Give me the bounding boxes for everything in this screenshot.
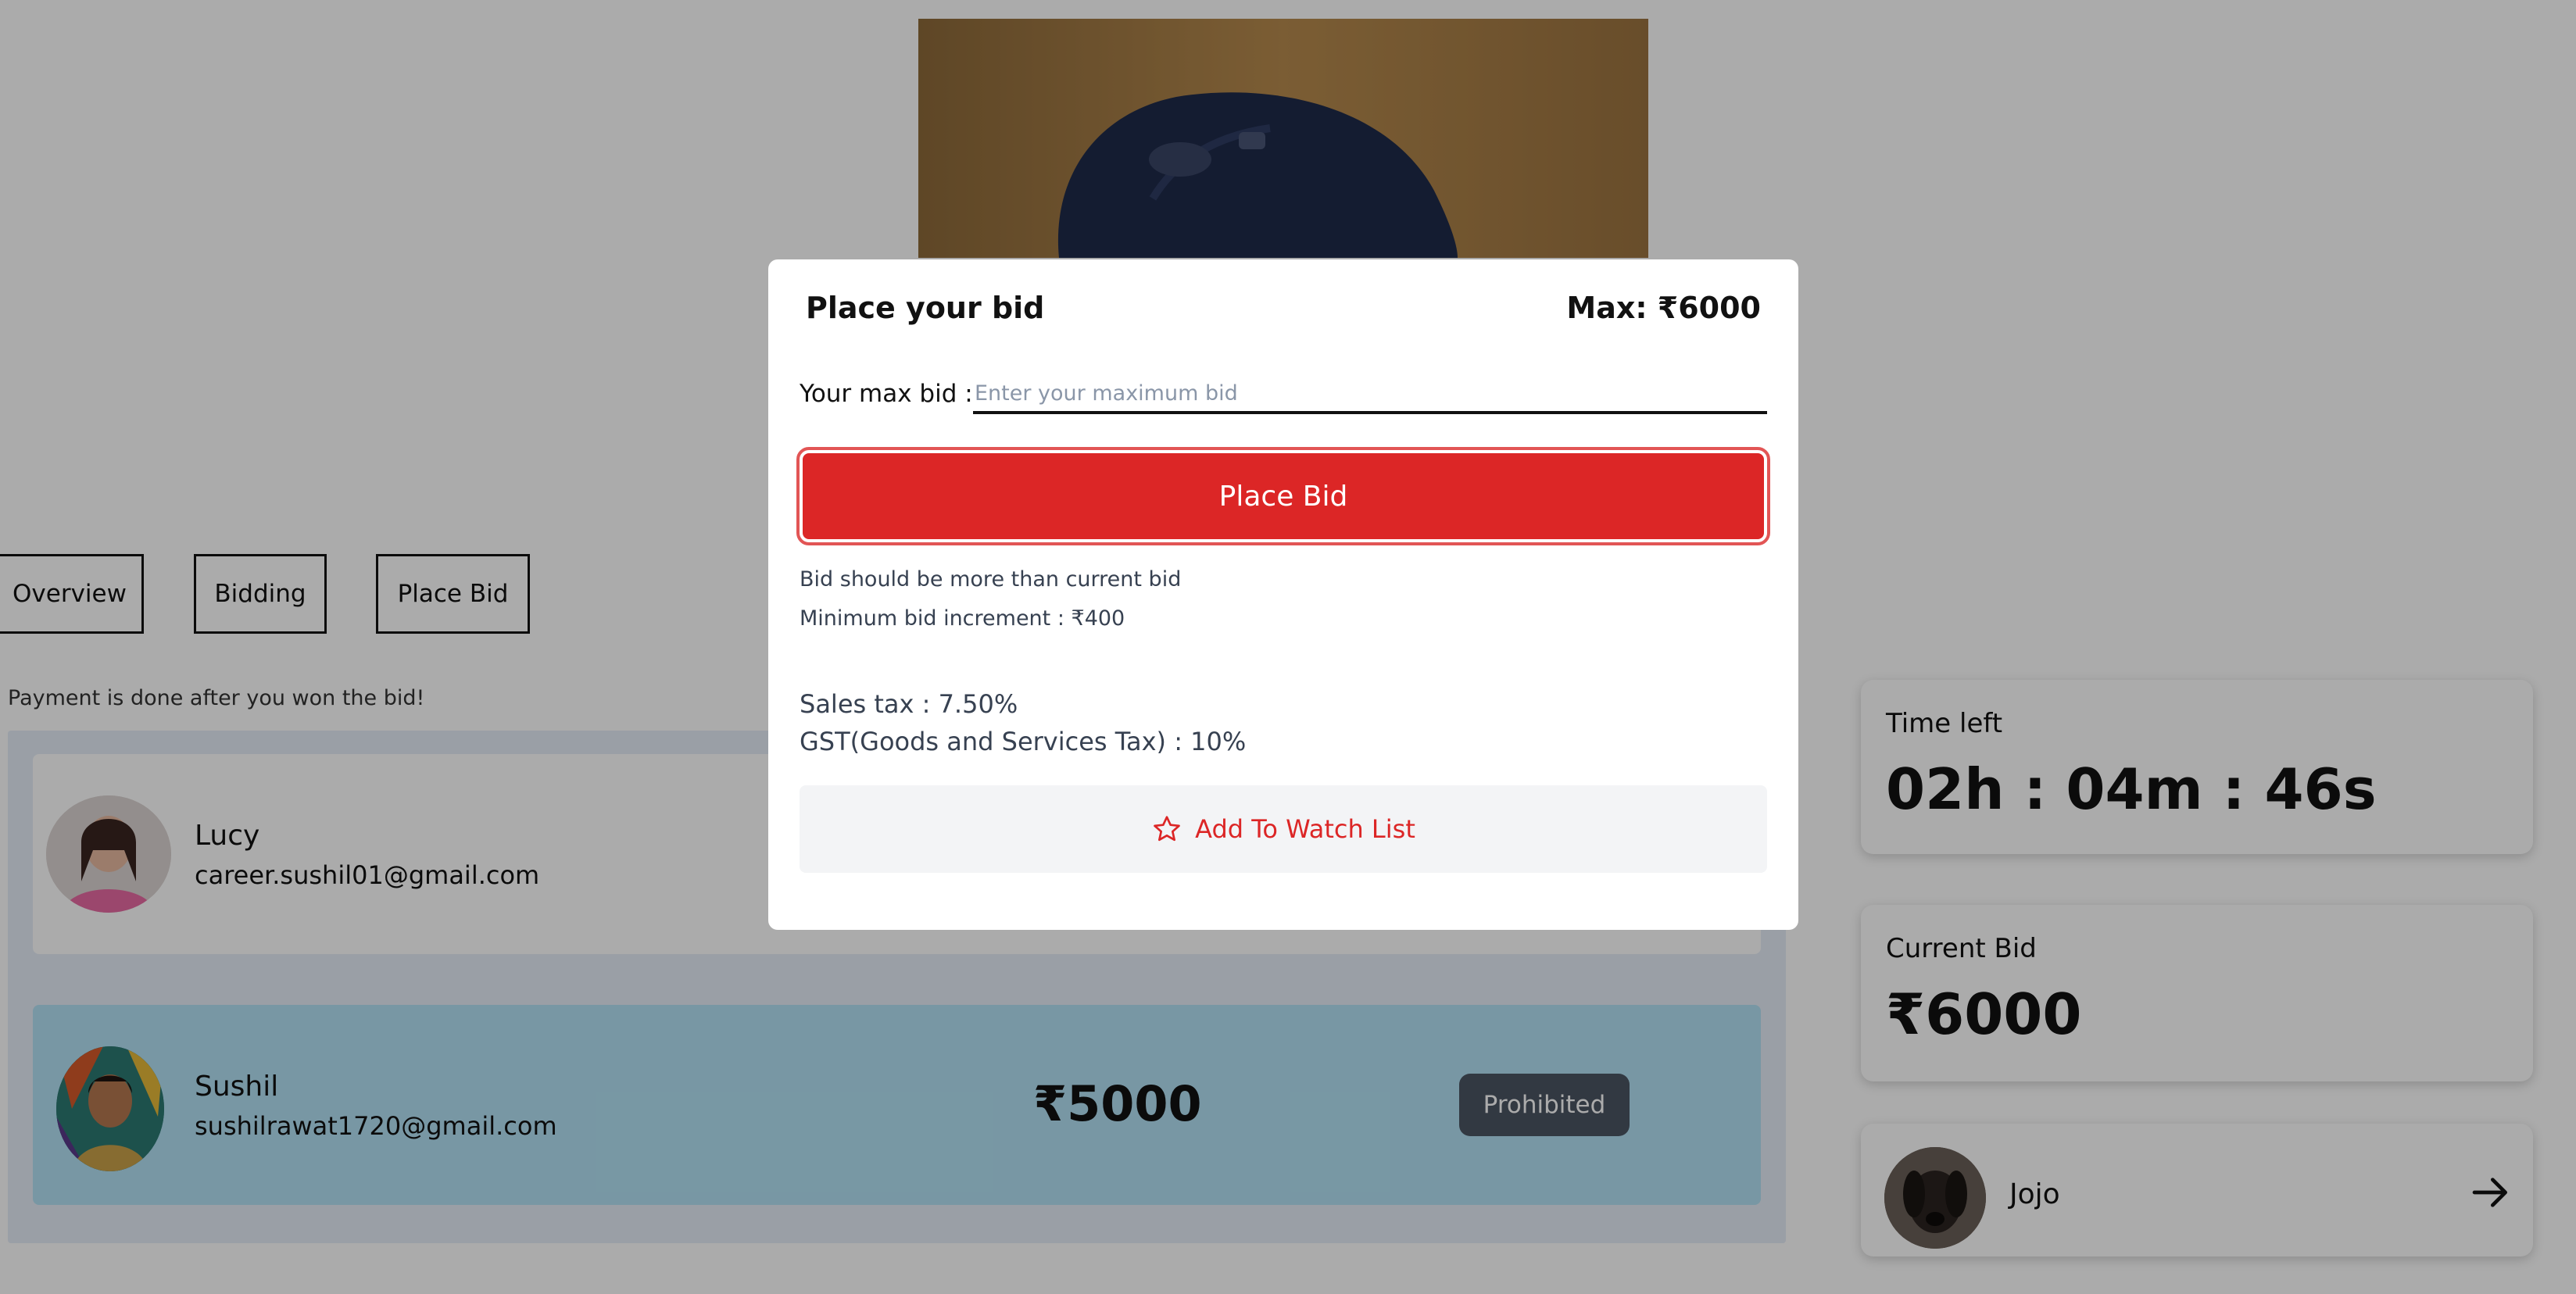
modal-title: Place your bid: [806, 291, 1045, 325]
watch-list-label: Add To Watch List: [1195, 814, 1415, 844]
place-bid-button[interactable]: Place Bid: [796, 447, 1770, 545]
sales-tax: Sales tax : 7.50%: [800, 689, 1018, 719]
bid-hint: Bid should be more than current bid: [800, 567, 1182, 592]
max-bid-input[interactable]: [973, 375, 1767, 414]
max-bid-label: Your max bid :: [800, 380, 973, 408]
bid-increment-hint: Minimum bid increment : ₹400: [800, 606, 1125, 631]
gst: GST(Goods and Services Tax) : 10%: [800, 727, 1247, 756]
star-icon: [1154, 816, 1180, 842]
add-to-watch-list-button[interactable]: Add To Watch List: [800, 785, 1767, 873]
place-bid-modal: Place your bid Max: ₹6000 Your max bid :…: [768, 259, 1798, 930]
max-bid-amount: Max: ₹6000: [1566, 291, 1761, 325]
